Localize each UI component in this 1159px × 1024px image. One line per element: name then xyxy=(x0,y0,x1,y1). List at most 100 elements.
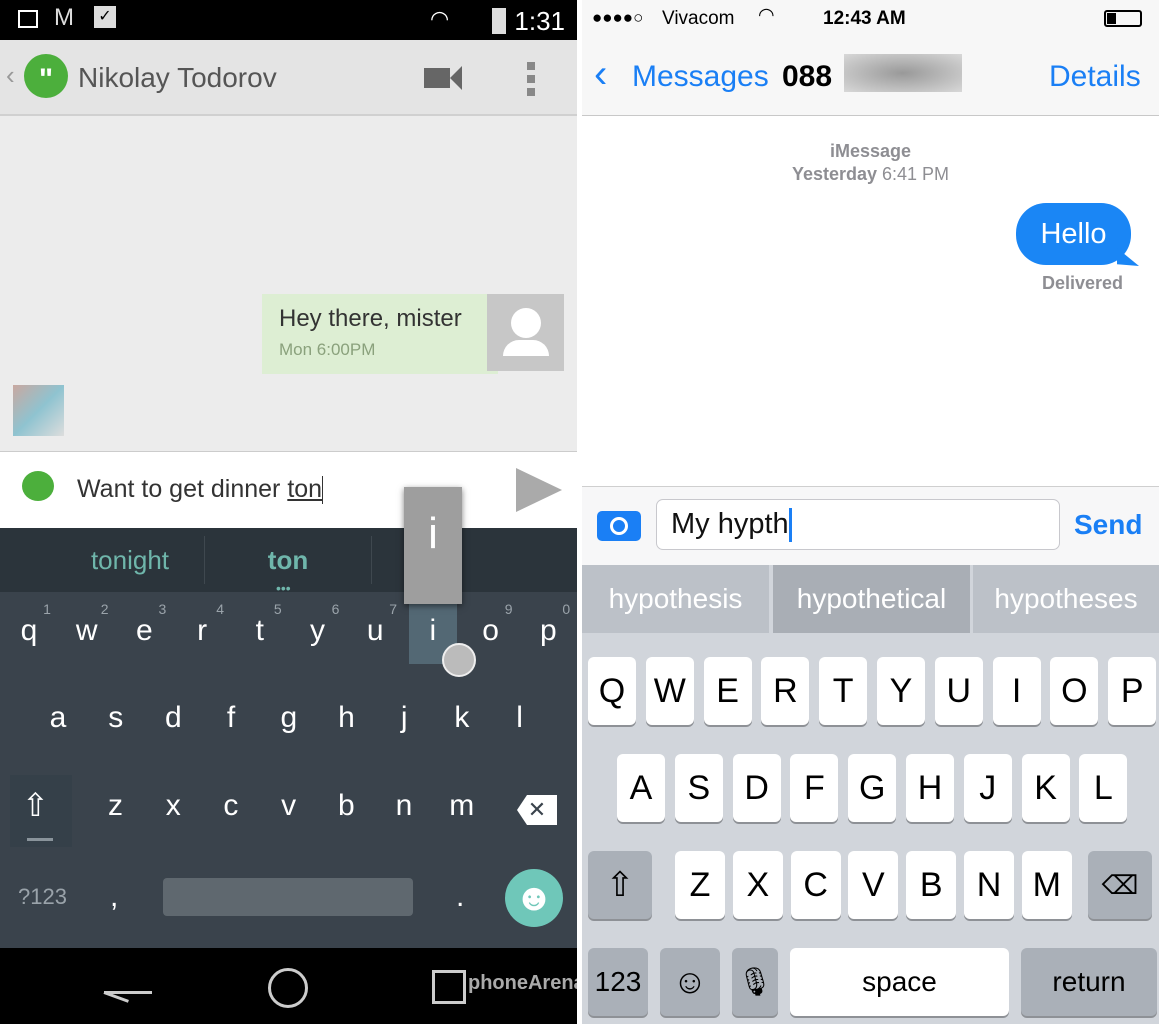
key-d[interactable]: d xyxy=(165,701,182,735)
date-day: Yesterday xyxy=(791,164,877,184)
message-input[interactable]: My hypth xyxy=(656,499,1060,550)
suggestion-0[interactable]: tonight xyxy=(91,545,169,576)
send-button[interactable]: Send xyxy=(1074,509,1142,541)
android-nav-bar: phoneArena xyxy=(0,948,577,1024)
key-u[interactable]: u xyxy=(367,614,384,648)
details-button[interactable]: Details xyxy=(1049,60,1141,94)
overflow-menu-icon[interactable] xyxy=(527,62,535,96)
key-f[interactable]: f xyxy=(227,701,235,735)
key-y[interactable]: y xyxy=(310,614,325,648)
space-key[interactable]: space xyxy=(790,948,1009,1016)
key-B[interactable]: B xyxy=(906,851,957,919)
key-L[interactable]: L xyxy=(1079,754,1128,822)
key-V[interactable]: V xyxy=(848,851,899,919)
key-W[interactable]: W xyxy=(645,657,694,725)
key-K[interactable]: K xyxy=(1021,754,1070,822)
key-G[interactable]: G xyxy=(848,754,897,822)
back-chevron-icon[interactable]: ‹ xyxy=(6,60,15,91)
key-k[interactable]: k xyxy=(454,701,469,735)
number-hint-5: 5 xyxy=(273,601,282,617)
key-A[interactable]: A xyxy=(617,754,665,822)
message-time: Mon 6:00PM xyxy=(279,340,376,359)
message-input[interactable]: Want to get dinner ton xyxy=(77,475,324,505)
suggestion-2[interactable]: hypotheses xyxy=(973,565,1159,633)
key-Y[interactable]: Y xyxy=(877,657,925,725)
key-j[interactable]: j xyxy=(401,701,408,735)
key-b[interactable]: b xyxy=(338,789,355,823)
home-nav-icon[interactable] xyxy=(268,968,308,1008)
suggestion-1[interactable]: ton xyxy=(268,545,308,576)
key-D[interactable]: D xyxy=(732,754,781,822)
back-nav-icon[interactable] xyxy=(103,970,152,1003)
key-F[interactable]: F xyxy=(790,754,839,822)
key-H[interactable]: H xyxy=(906,754,954,822)
android-status-bar: M ✓ ◠ 1:31 xyxy=(0,0,577,40)
back-button[interactable]: Messages xyxy=(632,60,769,94)
number-hint-1: 1 xyxy=(43,601,51,617)
period-key[interactable]: . xyxy=(456,880,464,914)
key-s[interactable]: s xyxy=(108,701,123,735)
key-S[interactable]: S xyxy=(674,754,723,822)
backspace-key[interactable]: ⌫ xyxy=(1088,851,1152,919)
key-p[interactable]: p xyxy=(540,614,557,648)
key-o[interactable]: o xyxy=(482,614,499,648)
key-h[interactable]: h xyxy=(338,701,355,735)
key-r[interactable]: r xyxy=(197,614,207,648)
key-w[interactable]: w xyxy=(76,614,98,648)
key-l[interactable]: l xyxy=(516,701,523,735)
key-i[interactable]: i xyxy=(430,614,437,648)
key-z[interactable]: z xyxy=(108,789,123,823)
space-key[interactable] xyxy=(163,878,413,916)
touch-indicator xyxy=(442,643,476,677)
number-hint-2: 2 xyxy=(100,601,109,617)
return-key[interactable]: return xyxy=(1021,948,1157,1016)
key-X[interactable]: X xyxy=(732,851,783,919)
comma-key[interactable]: , xyxy=(110,880,118,914)
back-chevron-icon[interactable]: ‹ xyxy=(594,52,607,97)
dictation-key[interactable]: 🎙 xyxy=(732,948,778,1016)
key-q[interactable]: q xyxy=(21,614,38,648)
key-e[interactable]: e xyxy=(136,614,153,648)
contact-name: Nikolay Todorov xyxy=(78,62,277,93)
key-M[interactable]: M xyxy=(1021,851,1072,919)
key-t[interactable]: t xyxy=(256,614,264,648)
number-hint-6: 6 xyxy=(331,601,340,617)
key-T[interactable]: T xyxy=(819,657,868,725)
hangouts-logo-icon[interactable]: " xyxy=(24,54,68,98)
key-O[interactable]: O xyxy=(1050,657,1099,725)
shift-icon: ⇧ xyxy=(22,787,49,823)
key-J[interactable]: J xyxy=(963,754,1012,822)
recents-nav-icon[interactable] xyxy=(432,970,466,1004)
shift-key[interactable]: ⇧ xyxy=(588,851,652,919)
key-preview-popup: i xyxy=(404,487,462,604)
suggestion-0[interactable]: hypothesis xyxy=(582,565,769,633)
key-m[interactable]: m xyxy=(449,789,474,823)
emoji-key[interactable]: ☺ xyxy=(660,948,720,1016)
symbols-key[interactable]: ?123 xyxy=(18,884,67,910)
video-call-icon[interactable] xyxy=(424,68,450,88)
watermark: phoneArena xyxy=(468,972,577,994)
timestamp: Yesterday 6:41 PM xyxy=(582,164,1159,185)
camera-icon[interactable] xyxy=(597,511,641,541)
key-Z[interactable]: Z xyxy=(675,851,725,919)
key-P[interactable]: P xyxy=(1108,657,1157,725)
key-n[interactable]: n xyxy=(396,789,413,823)
delivery-status: Delivered xyxy=(1042,273,1124,293)
key-U[interactable]: U xyxy=(934,657,983,725)
key-I[interactable]: I xyxy=(992,657,1041,725)
numbers-key[interactable]: 123 xyxy=(588,948,648,1016)
key-c[interactable]: c xyxy=(223,789,238,823)
key-x[interactable]: x xyxy=(166,789,181,823)
gallery-notification-icon xyxy=(18,10,38,28)
key-a[interactable]: a xyxy=(50,701,67,735)
key-g[interactable]: g xyxy=(280,701,297,735)
key-v[interactable]: v xyxy=(281,789,296,823)
key-E[interactable]: E xyxy=(703,657,752,725)
suggestion-1[interactable]: hypothetical xyxy=(773,565,970,633)
key-Q[interactable]: Q xyxy=(588,657,636,725)
emoji-key[interactable]: ☻ xyxy=(505,869,563,927)
key-C[interactable]: C xyxy=(790,851,841,919)
key-R[interactable]: R xyxy=(761,657,810,725)
send-icon[interactable] xyxy=(516,468,562,512)
key-N[interactable]: N xyxy=(964,851,1014,919)
